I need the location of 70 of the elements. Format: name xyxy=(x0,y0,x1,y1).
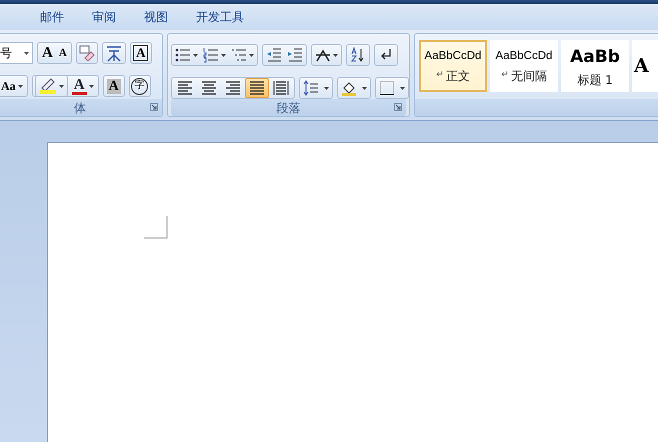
caret-icon xyxy=(88,84,94,88)
align-right-icon xyxy=(225,80,241,96)
clear-format-button[interactable] xyxy=(76,42,98,64)
ribbon-tab[interactable]: 审阅 xyxy=(79,5,129,30)
borders-icon xyxy=(379,80,395,96)
paragraph-mark: ↵ xyxy=(436,69,444,82)
sort-icon xyxy=(350,47,366,63)
caret-icon xyxy=(362,86,367,90)
numbered-list-icon xyxy=(203,47,219,63)
style-preview: AaBbCcDd xyxy=(496,49,552,64)
dialog-launcher-icon[interactable] xyxy=(394,103,402,111)
style-gallery-item[interactable]: AaBbCcDd ↵ 无间隔 xyxy=(490,40,558,92)
caret-icon xyxy=(400,86,405,90)
highlight-button[interactable] xyxy=(34,75,68,97)
paragraph-group-label: 段落 xyxy=(276,100,300,116)
align-left-icon xyxy=(177,80,193,96)
bordered-letter: A xyxy=(133,45,148,61)
style-preview: AaBb xyxy=(570,46,620,68)
shrink-font-button[interactable]: A xyxy=(56,42,70,64)
font-size-field[interactable]: 号 xyxy=(0,42,33,64)
sort-button[interactable] xyxy=(346,44,370,66)
paragraph-mark: ↵ xyxy=(501,69,509,82)
caret-icon xyxy=(324,86,329,90)
margin-corner-icon xyxy=(144,216,168,239)
style-gallery-item[interactable]: AaBbCcDd ↵ 正文 xyxy=(419,40,487,92)
caret-icon xyxy=(193,54,198,56)
style-preview: A xyxy=(634,55,649,77)
ribbon-tab[interactable]: 开发工具 xyxy=(183,5,257,30)
align-justify-button[interactable] xyxy=(245,78,269,98)
align-center-icon xyxy=(201,80,217,96)
numbering-button[interactable] xyxy=(203,45,226,65)
bullet-list-icon xyxy=(175,47,191,63)
line-spacing-icon xyxy=(303,80,319,96)
change-case-button[interactable]: Aa xyxy=(0,75,28,97)
marks-button[interactable] xyxy=(374,44,398,66)
caret-icon xyxy=(18,84,23,88)
character-shading-button[interactable]: A xyxy=(102,75,125,97)
grow-font-button[interactable]: A xyxy=(39,42,56,64)
style-name: 标题 1 xyxy=(577,74,613,86)
style-preview: AaBbCcDd xyxy=(424,49,482,64)
eraser-icon xyxy=(78,45,95,61)
highlighter-icon xyxy=(38,78,57,94)
caret-icon xyxy=(221,54,226,56)
style-gallery-item[interactable]: A xyxy=(632,40,658,92)
asian-layout-button[interactable] xyxy=(311,44,342,66)
multilevel-list-icon xyxy=(231,47,247,63)
ribbon-tab[interactable]: 视图 xyxy=(131,5,181,30)
font-group-label: 体 xyxy=(74,100,86,116)
paint-bucket-icon xyxy=(341,80,357,96)
align-distributed-icon xyxy=(273,80,289,96)
caret-icon xyxy=(249,54,254,56)
phonetic-icon xyxy=(104,44,123,62)
font-color-button[interactable]: A xyxy=(70,75,96,97)
caret-icon xyxy=(333,54,338,56)
fill-button[interactable] xyxy=(337,77,371,99)
line-spacing-button[interactable] xyxy=(299,77,333,99)
character-border-button[interactable]: A xyxy=(130,42,152,64)
dropdown-arrow-icon xyxy=(24,52,29,54)
phonetic-guide-button[interactable] xyxy=(102,42,126,64)
ribbon-tab[interactable]: 邮件 xyxy=(27,5,77,30)
decrease-indent-icon xyxy=(266,47,282,63)
caret-icon xyxy=(58,84,64,88)
borders-button[interactable] xyxy=(375,77,409,99)
style-name: 无间隔 xyxy=(510,70,547,82)
font-color-letter: A xyxy=(72,78,87,94)
style-name: 正文 xyxy=(446,70,470,82)
align-justify-icon xyxy=(249,80,265,96)
dialog-launcher-icon[interactable] xyxy=(150,103,158,111)
style-gallery-item[interactable]: AaBb 标题 1 xyxy=(561,40,629,92)
increase-indent-icon xyxy=(287,47,303,63)
